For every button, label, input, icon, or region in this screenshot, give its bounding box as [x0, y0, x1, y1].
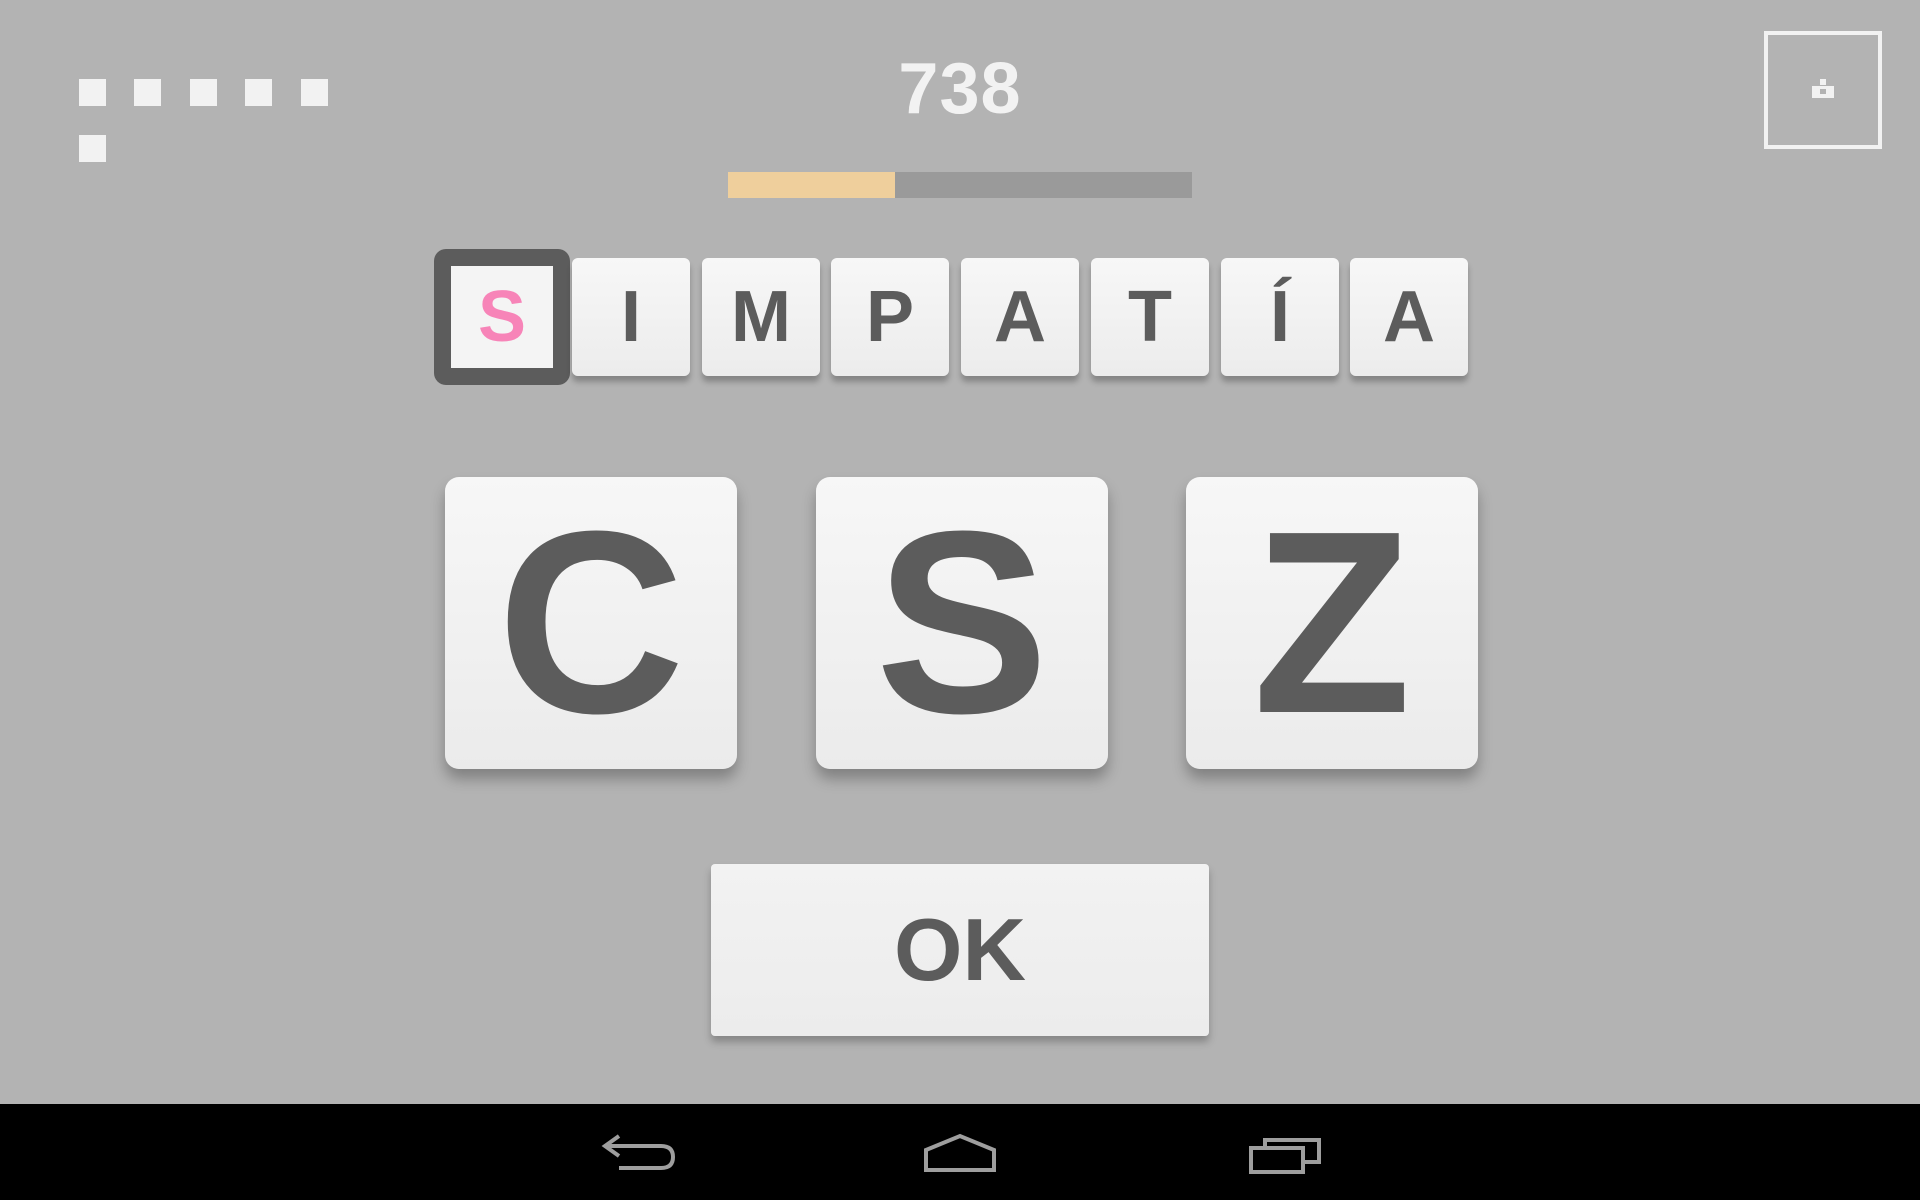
home-icon: [924, 1133, 996, 1172]
back-button[interactable]: [585, 1124, 685, 1180]
home-button[interactable]: [910, 1124, 1010, 1180]
life-square: [134, 79, 161, 106]
selected-letter: S: [451, 266, 553, 368]
exit-button[interactable]: [1764, 31, 1882, 149]
progress-bar: [728, 172, 1192, 198]
life-square: [301, 79, 328, 106]
system-nav-bar: [0, 1104, 1920, 1200]
word-tile: I: [572, 258, 690, 376]
recent-apps-icon: [1249, 1138, 1321, 1174]
life-square: [245, 79, 272, 106]
progress-bar-fill: [728, 172, 896, 198]
life-square: [190, 79, 217, 106]
exit-icon: [1812, 79, 1834, 98]
ok-button[interactable]: OK: [711, 864, 1209, 1036]
word-tile: P: [831, 258, 949, 376]
word-tile-selected[interactable]: S: [434, 249, 570, 385]
back-arrow-icon: [601, 1134, 676, 1170]
word-tile: A: [961, 258, 1079, 376]
choice-button-z[interactable]: Z: [1186, 477, 1478, 769]
choice-button-s[interactable]: S: [816, 477, 1108, 769]
recent-apps-button[interactable]: [1235, 1124, 1335, 1180]
choice-button-c[interactable]: C: [445, 477, 737, 769]
score-counter: 738: [898, 49, 1022, 129]
life-square: [79, 135, 106, 162]
word-tile: M: [702, 258, 820, 376]
life-square: [79, 79, 106, 106]
word-tile: Í: [1221, 258, 1339, 376]
game-screen: 738 S I M P A T Í A C S Z OK: [0, 0, 1920, 1104]
word-tile: A: [1350, 258, 1468, 376]
word-tile: T: [1091, 258, 1209, 376]
